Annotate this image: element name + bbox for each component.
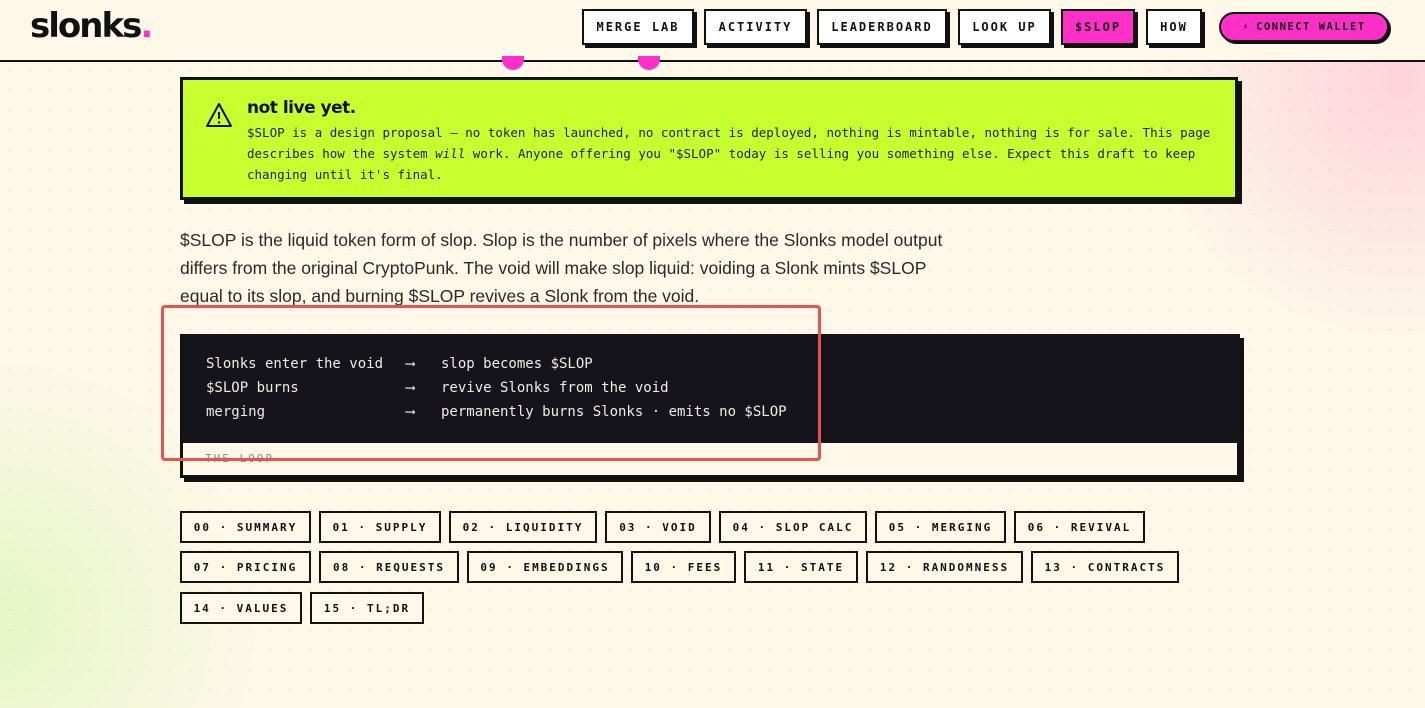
lightning-bolt-icon: ⚡ [1242, 21, 1251, 33]
loop-code-block: Slonks enter the void ⟶ slop becomes $SL… [183, 334, 1240, 443]
nav-merge-lab[interactable]: MERGE LAB [582, 9, 694, 45]
section-chip-requests[interactable]: 08 · REQUESTS [319, 551, 459, 583]
section-chip-state[interactable]: 11 · STATE [744, 551, 858, 583]
loop-row: Slonks enter the void ⟶ slop becomes $SL… [206, 356, 593, 372]
nav-slop[interactable]: $SLOP [1061, 9, 1135, 45]
loop-row: merging ⟶ permanently burns Slonks · emi… [206, 404, 787, 420]
nav-look-up[interactable]: LOOK UP [958, 9, 1051, 45]
site-header: slonks. MERGE LAB ACTIVITY LEADERBOARD L… [0, 0, 1425, 62]
arrow-right-icon: ⟶ [406, 404, 415, 420]
loop-row: $SLOP burns ⟶ revive Slonks from the voi… [206, 380, 669, 396]
section-chip-void[interactable]: 03 · VOID [605, 511, 711, 543]
logo-dot: . [140, 6, 153, 46]
warning-title: not live yet. [247, 98, 356, 118]
arrow-right-icon: ⟶ [406, 380, 415, 396]
section-chip-contracts[interactable]: 13 · CONTRACTS [1031, 551, 1179, 583]
loop-caption: THE LOOP [205, 452, 274, 465]
warning-body: $SLOP is a design proposal — no token ha… [247, 125, 1211, 182]
section-chip-supply[interactable]: 01 · SUPPLY [319, 511, 441, 543]
section-chip-merging[interactable]: 05 · MERGING [875, 511, 1006, 543]
warning-emphasis: will [435, 146, 466, 161]
decorative-blob [638, 56, 660, 70]
section-chip-pricing[interactable]: 07 · PRICING [180, 551, 311, 583]
warning-triangle-icon [206, 103, 232, 127]
section-chip-values[interactable]: 14 · VALUES [180, 592, 302, 624]
nav-how[interactable]: HOW [1146, 9, 1202, 45]
section-chip-liquidity[interactable]: 02 · LIQUIDITY [449, 511, 597, 543]
logo-text: slonks [30, 6, 142, 46]
section-chip-embeddings[interactable]: 09 · EMBEDDINGS [467, 551, 623, 583]
nav-leaderboard[interactable]: LEADERBOARD [817, 9, 947, 45]
intro-paragraph: $SLOP is the liquid token form of slop. … [180, 230, 943, 306]
section-chip-slop-calc[interactable]: 04 · SLOP CALC [719, 511, 867, 543]
connect-wallet-label: CONNECT WALLET [1256, 21, 1366, 33]
not-live-warning: not live yet. $SLOP is a design proposal… [180, 77, 1238, 200]
section-chip-fees[interactable]: 10 · FEES [631, 551, 736, 583]
section-chip-randomness[interactable]: 12 · RANDOMNESS [866, 551, 1023, 583]
section-chip-summary[interactable]: 00 · SUMMARY [180, 511, 311, 543]
decorative-blob [502, 56, 524, 70]
connect-wallet-button[interactable]: ⚡ CONNECT WALLET [1219, 12, 1389, 42]
loop-card: Slonks enter the void ⟶ slop becomes $SL… [180, 334, 1240, 478]
slonks-logo[interactable]: slonks. [30, 6, 153, 46]
section-chip-tldr[interactable]: 15 · TL;DR [310, 592, 424, 624]
arrow-right-icon: ⟶ [406, 356, 415, 372]
section-chip-revival[interactable]: 06 · REVIVAL [1014, 511, 1145, 543]
nav-activity[interactable]: ACTIVITY [704, 9, 807, 45]
